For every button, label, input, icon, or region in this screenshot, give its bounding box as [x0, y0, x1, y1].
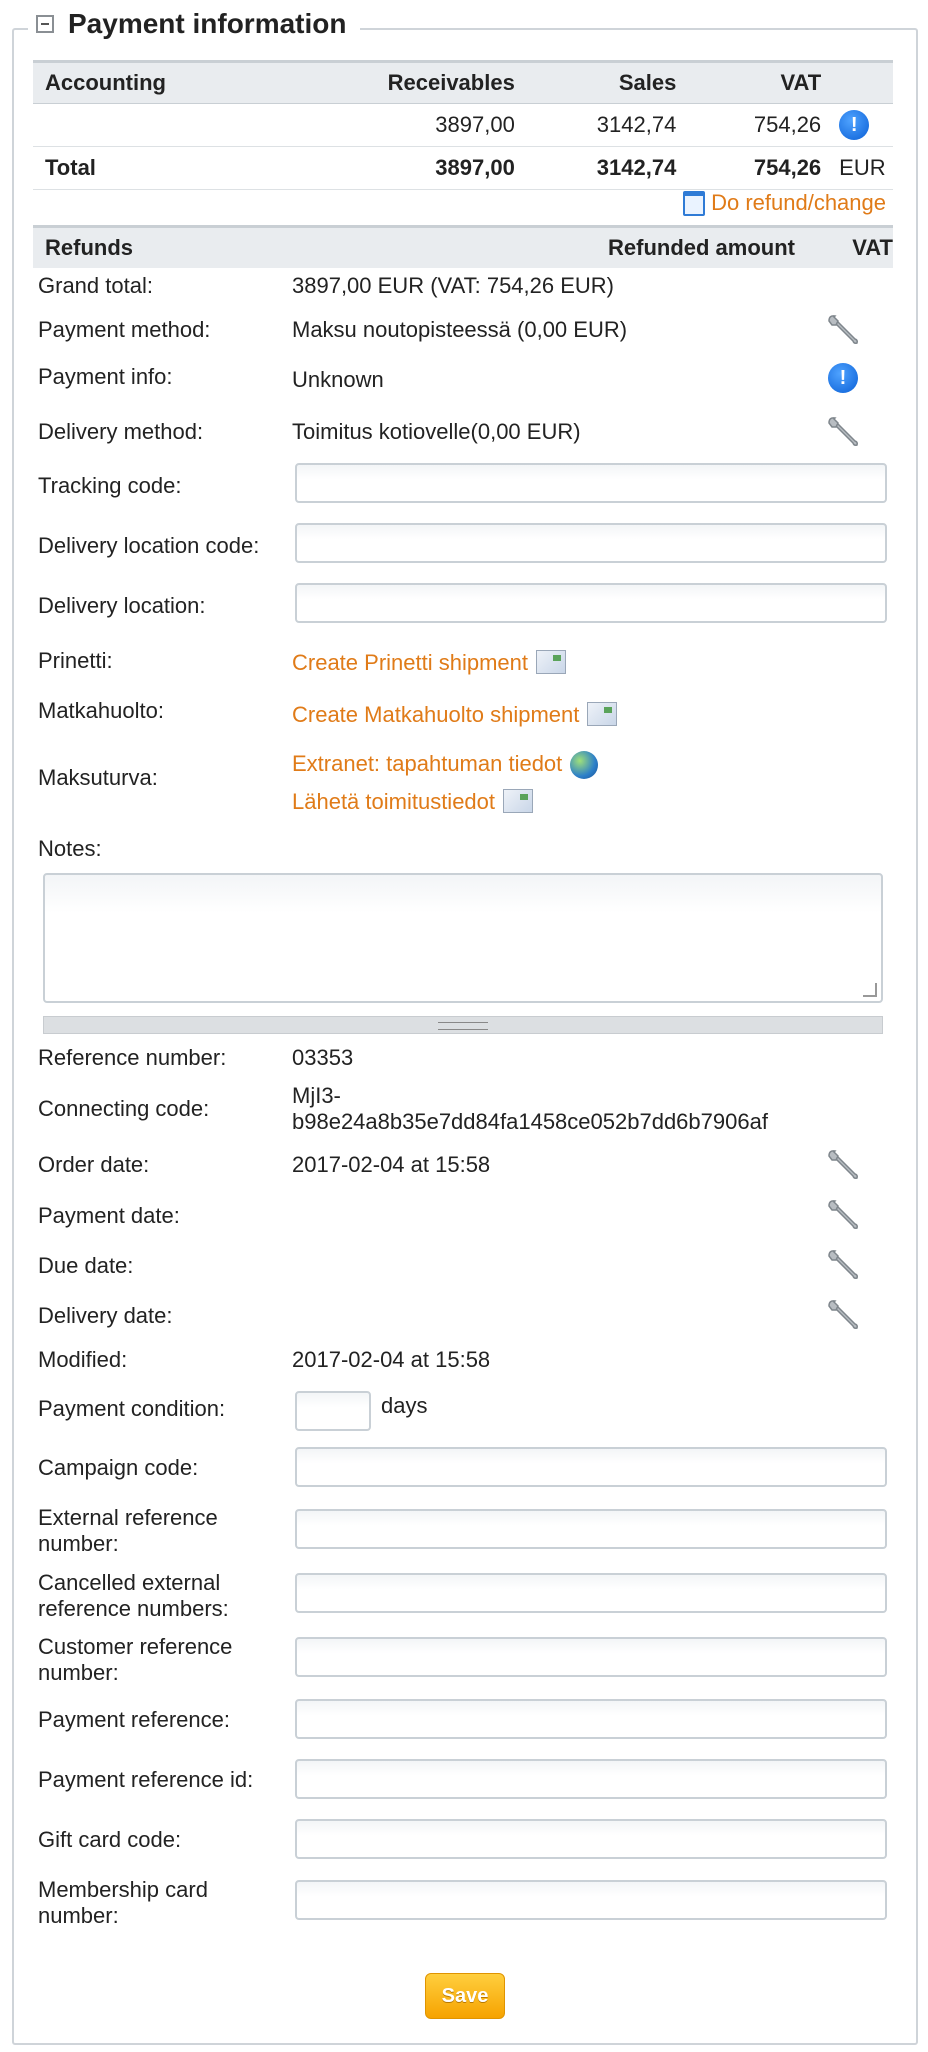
col-sales: Sales: [618, 70, 677, 95]
customer-reference-input[interactable]: [295, 1637, 887, 1677]
wrench-icon[interactable]: [826, 415, 860, 449]
notes-resize-grip[interactable]: [43, 1016, 883, 1034]
reference-number-label: Reference number:: [38, 1045, 227, 1070]
tracking-code-input[interactable]: [295, 463, 887, 503]
external-reference-label-1: External reference: [38, 1505, 218, 1530]
membership-card-label-2: number:: [38, 1903, 119, 1928]
payment-reference-input[interactable]: [295, 1699, 887, 1739]
col-vat: VAT: [780, 70, 822, 95]
image-icon[interactable]: [587, 702, 618, 726]
tracking-code-label: Tracking code:: [38, 473, 182, 498]
refunds-header-row: Refunds Refunded amount VAT: [33, 225, 893, 268]
wrench-icon[interactable]: [826, 313, 860, 347]
sales-value: 3142,74: [596, 112, 677, 137]
col-refund-vat: VAT: [852, 235, 893, 260]
maksuturva-label: Maksuturva:: [38, 765, 158, 790]
delivery-location-label: Delivery location:: [38, 593, 206, 618]
due-date-label: Due date:: [38, 1253, 134, 1278]
globe-icon[interactable]: [570, 751, 599, 779]
vat-value: 754,26: [753, 112, 822, 137]
total-currency: EUR: [839, 155, 886, 180]
laheta-toimitustiedot-link[interactable]: Lähetä toimitustiedot: [292, 789, 495, 814]
grand-total-value: 3897,00 EUR (VAT: 754,26 EUR): [292, 273, 615, 298]
info-icon[interactable]: !: [828, 363, 858, 393]
notes-textarea[interactable]: [43, 873, 883, 1003]
cancelled-external-label-1: Cancelled external: [38, 1570, 221, 1595]
window-icon: [683, 190, 706, 216]
payment-reference-id-input[interactable]: [295, 1759, 887, 1799]
col-accounting: Accounting: [45, 70, 166, 95]
order-date-label: Order date:: [38, 1152, 150, 1177]
wrench-icon[interactable]: [826, 1298, 860, 1332]
accounting-header-row: Accounting Receivables Sales VAT: [33, 60, 893, 104]
modified-value: 2017-02-04 at 15:58: [292, 1347, 491, 1372]
receivables-value: 3897,00: [435, 112, 515, 137]
total-sales: 3142,74: [596, 155, 677, 180]
create-prinetti-link[interactable]: Create Prinetti shipment: [292, 650, 528, 675]
payment-date-label: Payment date:: [38, 1203, 180, 1228]
delivery-method-value: Toimitus kotiovelle(0,00 EUR): [292, 419, 581, 444]
payment-info-value: Unknown: [292, 367, 384, 392]
table-row: 3897,00 3142,74 754,26 !: [33, 104, 893, 147]
reference-number-value: 03353: [292, 1045, 354, 1070]
order-date-value: 2017-02-04 at 15:58: [292, 1152, 491, 1177]
campaign-code-input[interactable]: [295, 1447, 887, 1487]
payment-method-value: Maksu noutopisteessä (0,00 EUR): [292, 317, 628, 342]
payment-reference-label: Payment reference:: [38, 1707, 230, 1732]
external-reference-label-2: number:: [38, 1531, 119, 1556]
payment-condition-label: Payment condition:: [38, 1396, 226, 1421]
wrench-icon[interactable]: [826, 1198, 860, 1232]
save-button[interactable]: Save: [425, 1973, 505, 2019]
prinetti-label: Prinetti:: [38, 648, 113, 673]
delivery-location-input[interactable]: [295, 583, 887, 623]
info-icon[interactable]: !: [839, 110, 870, 140]
create-matkahuolto-link[interactable]: Create Matkahuolto shipment: [292, 702, 579, 727]
cancelled-external-input[interactable]: [295, 1573, 887, 1613]
gift-card-code-input[interactable]: [295, 1819, 887, 1859]
gift-card-code-label: Gift card code:: [38, 1827, 182, 1852]
col-receivables: Receivables: [387, 70, 515, 95]
accounting-table: Accounting Receivables Sales VAT 3897,00…: [33, 60, 893, 190]
payment-info-label: Payment info:: [38, 364, 173, 389]
resize-handle-icon[interactable]: [863, 983, 877, 997]
membership-card-input[interactable]: [295, 1880, 887, 1920]
do-refund-link[interactable]: Do refund/change: [683, 190, 886, 216]
total-receivables: 3897,00: [435, 155, 515, 180]
extranet-link[interactable]: Extranet: tapahtuman tiedot: [292, 751, 562, 776]
connecting-code-line1: MjI3-: [292, 1083, 341, 1108]
total-vat: 754,26: [753, 155, 822, 180]
image-icon[interactable]: [536, 650, 566, 674]
wrench-icon[interactable]: [826, 1248, 860, 1282]
total-row: Total 3897,00 3142,74 754,26 EUR: [33, 147, 893, 190]
customer-reference-label-2: number:: [38, 1660, 119, 1685]
matkahuolto-label: Matkahuolto:: [38, 698, 164, 723]
col-refunded-amount: Refunded amount: [608, 235, 795, 260]
col-refunds: Refunds: [45, 235, 133, 260]
modified-label: Modified:: [38, 1347, 128, 1372]
cancelled-external-label-2: reference numbers:: [38, 1596, 229, 1621]
campaign-code-label: Campaign code:: [38, 1455, 199, 1480]
external-reference-input[interactable]: [295, 1509, 887, 1549]
payment-method-label: Payment method:: [38, 317, 211, 342]
connecting-code-label: Connecting code:: [38, 1096, 210, 1121]
total-label: Total: [45, 155, 96, 180]
delivery-method-label: Delivery method:: [38, 419, 204, 444]
grand-total-label: Grand total:: [38, 273, 153, 298]
payment-reference-id-label: Payment reference id:: [38, 1767, 254, 1792]
delivery-date-label: Delivery date:: [38, 1303, 173, 1328]
delivery-location-code-input[interactable]: [295, 523, 887, 563]
collapse-icon[interactable]: [36, 15, 54, 33]
image-icon[interactable]: [503, 789, 534, 813]
customer-reference-label-1: Customer reference: [38, 1634, 233, 1659]
payment-condition-input[interactable]: [295, 1391, 371, 1431]
delivery-location-code-label: Delivery location code:: [38, 533, 260, 558]
wrench-icon[interactable]: [826, 1148, 860, 1182]
do-refund-label[interactable]: Do refund/change: [711, 190, 886, 216]
notes-label: Notes:: [38, 836, 102, 861]
section-title: Payment information: [68, 8, 347, 39]
section-legend: Payment information: [28, 8, 361, 40]
connecting-code-line2: b98e24a8b35e7dd84fa1458ce052b7dd6b7906af: [292, 1109, 768, 1134]
membership-card-label-1: Membership card: [38, 1877, 208, 1902]
days-unit: days: [381, 1393, 428, 1418]
